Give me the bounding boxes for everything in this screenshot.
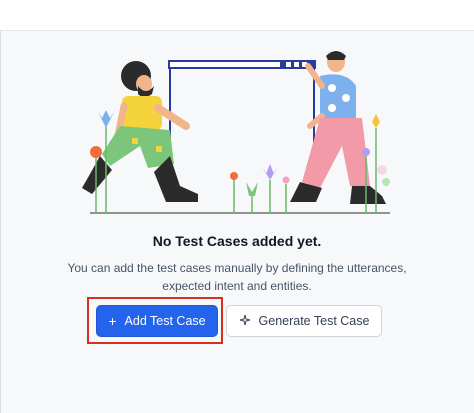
add-test-case-label: Add Test Case bbox=[124, 314, 206, 328]
empty-state-illustration bbox=[82, 51, 390, 214]
window-frame bbox=[168, 60, 316, 186]
plus-icon: + bbox=[108, 313, 117, 329]
generate-test-case-label: Generate Test Case bbox=[258, 314, 370, 328]
generate-test-case-button[interactable]: Generate Test Case bbox=[226, 305, 382, 337]
empty-state-title: No Test Cases added yet. bbox=[152, 233, 322, 249]
empty-state-description: You can add the test cases manually by d… bbox=[67, 261, 407, 293]
panel-divider bbox=[0, 31, 1, 413]
top-bar bbox=[0, 0, 474, 31]
person-right bbox=[290, 51, 386, 204]
person-left bbox=[82, 61, 198, 202]
sparkle-icon bbox=[239, 314, 251, 328]
add-test-case-button[interactable]: + Add Test Case bbox=[96, 305, 218, 337]
